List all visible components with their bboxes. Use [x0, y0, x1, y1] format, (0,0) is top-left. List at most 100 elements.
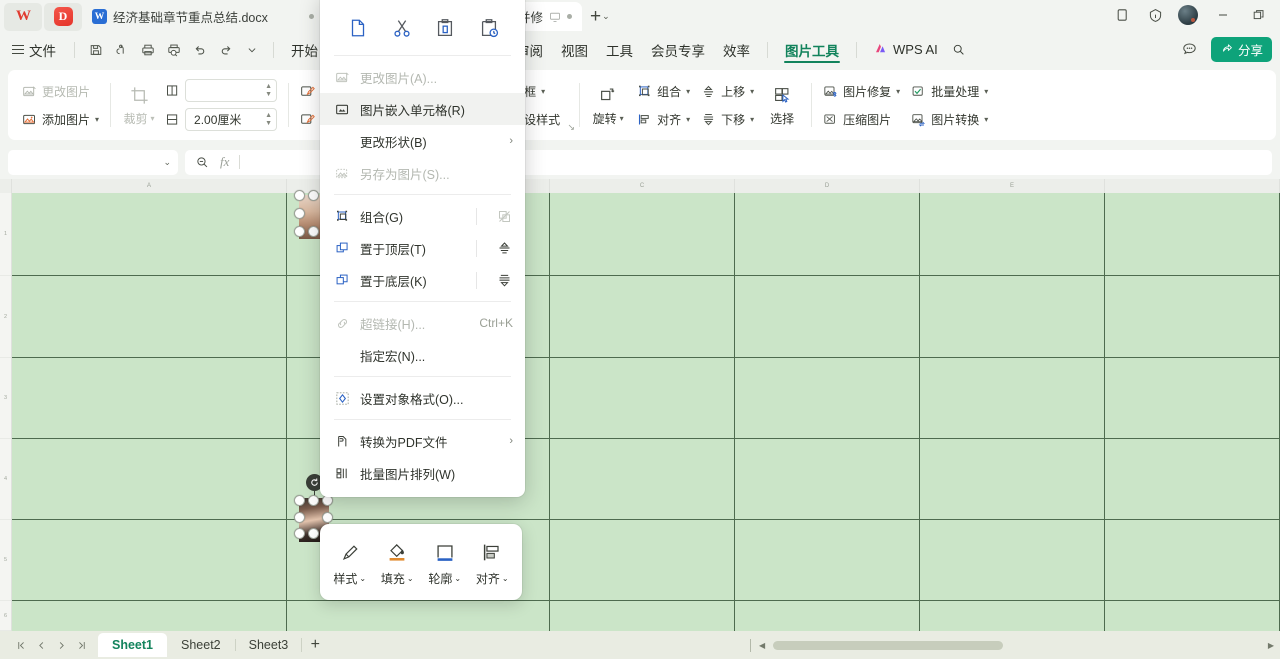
cell-c3[interactable]: [550, 358, 735, 438]
cell-d1[interactable]: [735, 193, 920, 275]
menu-item-assign-macro[interactable]: 指定宏(N)...: [320, 339, 525, 371]
cell-f1[interactable]: [1105, 193, 1280, 275]
row-header-3[interactable]: 3: [0, 358, 11, 439]
floating-format-toolbar[interactable]: 样式 ⌄ 填充 ⌄ 轮廓 ⌄ 对齐 ⌄: [320, 524, 522, 600]
sheet-tab-sheet1[interactable]: Sheet1: [98, 633, 167, 657]
minibar-align-button[interactable]: 对齐 ⌄: [469, 538, 515, 587]
cell-d6[interactable]: [735, 601, 920, 631]
menu-item-batch-arrange[interactable]: 批量图片排列(W): [320, 457, 525, 489]
table-row[interactable]: [12, 358, 1280, 439]
chevron-down-icon[interactable]: ⌄: [163, 157, 171, 168]
quick-access-more-icon[interactable]: [239, 38, 265, 62]
cell-a6[interactable]: [12, 601, 287, 631]
ungroup-icon[interactable]: [495, 207, 513, 225]
spreadsheet-grid[interactable]: A B C D E 1 2 3 4 5 6: [0, 179, 1280, 631]
document-tab-word[interactable]: W 经济基础章节重点总结.docx: [84, 2, 278, 31]
table-row[interactable]: [12, 439, 1280, 520]
layout-icon[interactable]: [1114, 6, 1132, 24]
resize-handle-w[interactable]: [294, 208, 305, 219]
zoom-out-icon[interactable]: [195, 155, 210, 170]
batch-process-button[interactable]: 批量处理 ▾: [905, 79, 993, 104]
cell-a4[interactable]: [12, 439, 287, 519]
menu-item-send-to-back[interactable]: 置于底层(K): [320, 264, 525, 296]
column-header-d[interactable]: D: [735, 179, 920, 193]
row-header-4[interactable]: 4: [0, 439, 11, 520]
column-header-c[interactable]: C: [550, 179, 735, 193]
picture-height-input[interactable]: 2.00厘米 ▲ ▼: [185, 108, 278, 131]
resize-handle-sw[interactable]: [294, 226, 305, 237]
prev-sheet-icon[interactable]: [32, 635, 50, 655]
new-tab-button[interactable]: + ⌄: [584, 2, 616, 31]
paste-special-icon[interactable]: [474, 13, 504, 43]
picture-width-input[interactable]: ▲ ▼: [185, 79, 278, 102]
file-menu-button[interactable]: 文件: [29, 40, 66, 60]
redo-icon[interactable]: [213, 38, 239, 62]
next-sheet-icon[interactable]: [52, 635, 70, 655]
minibar-fill-button[interactable]: 填充 ⌄: [374, 538, 420, 587]
resize-handle-s[interactable]: [308, 528, 319, 539]
cell-e3[interactable]: [920, 358, 1105, 438]
sheet-tab-sheet2[interactable]: Sheet2: [167, 634, 235, 656]
context-menu[interactable]: 更改图片(A)... 图片嵌入单元格(R) 更改形状(B) › 另存为图片(S)…: [320, 0, 525, 497]
cell-a2[interactable]: [12, 276, 287, 357]
sheet-tab-sheet3[interactable]: Sheet3: [234, 634, 303, 656]
cut-icon[interactable]: [387, 13, 417, 43]
cell-e5[interactable]: [920, 520, 1105, 600]
cell-f2[interactable]: [1105, 276, 1280, 357]
cell-c6[interactable]: [550, 601, 735, 631]
menu-item-bring-to-front[interactable]: 置于顶层(T): [320, 232, 525, 264]
cell-d2[interactable]: [735, 276, 920, 357]
menu-item-save-as-picture[interactable]: 另存为图片(S)...: [320, 157, 525, 189]
scroll-left-icon[interactable]: ◀: [759, 641, 765, 650]
row-header-5[interactable]: 5: [0, 520, 11, 601]
cell-c4[interactable]: [550, 439, 735, 519]
menu-item-group[interactable]: 组合(G): [320, 200, 525, 232]
horizontal-scrollbar[interactable]: ◀ ▶: [750, 638, 1280, 652]
group-button[interactable]: 组合 ▾: [631, 79, 695, 104]
ribbon-tab-view[interactable]: 视图: [552, 33, 597, 66]
row-header-6[interactable]: 6: [0, 601, 11, 631]
ribbon-tab-picture-tools[interactable]: 图片工具: [776, 33, 848, 66]
select-objects-button[interactable]: 选择: [759, 76, 805, 134]
save-icon[interactable]: [83, 38, 109, 62]
menu-item-change-shape[interactable]: 更改形状(B) ›: [320, 125, 525, 157]
print-preview-icon[interactable]: [161, 38, 187, 62]
table-row[interactable]: [12, 520, 1280, 601]
last-sheet-icon[interactable]: [72, 635, 90, 655]
send-forward-icon[interactable]: [495, 239, 513, 257]
search-icon[interactable]: [946, 38, 972, 62]
wps-home-button[interactable]: W: [4, 2, 42, 31]
send-backward-icon[interactable]: [495, 271, 513, 289]
compress-picture-button[interactable]: 压缩图片: [817, 107, 905, 132]
cell-a5[interactable]: [12, 520, 287, 600]
shield-icon[interactable]: [1146, 6, 1164, 24]
cell-c5[interactable]: [550, 520, 735, 600]
print-icon[interactable]: [135, 38, 161, 62]
resize-handle-nw[interactable]: [294, 190, 305, 201]
menu-item-format-object[interactable]: 设置对象格式(O)...: [320, 382, 525, 414]
avatar[interactable]: [1178, 5, 1198, 25]
resize-handle-nw[interactable]: [294, 495, 305, 506]
resize-handle-sw[interactable]: [294, 528, 305, 539]
menu-hamburger-icon[interactable]: [12, 44, 24, 55]
align-button[interactable]: 对齐 ▾: [631, 107, 695, 132]
column-header-e[interactable]: E: [920, 179, 1105, 193]
resize-handle-w[interactable]: [294, 512, 305, 523]
cell-b6[interactable]: [287, 601, 550, 631]
comment-icon[interactable]: [1179, 39, 1201, 61]
scroll-thumb[interactable]: [773, 640, 1004, 650]
wps-ai-button[interactable]: WPS AI: [865, 41, 946, 59]
name-box[interactable]: ⌄: [8, 149, 178, 175]
undo-icon[interactable]: [187, 38, 213, 62]
cell-f6[interactable]: [1105, 601, 1280, 631]
docer-button[interactable]: D: [44, 2, 82, 31]
move-down-button[interactable]: 下移 ▾: [695, 107, 759, 132]
row-header-1[interactable]: 1: [0, 193, 11, 276]
menu-item-embed-in-cell[interactable]: 图片嵌入单元格(R): [320, 93, 525, 125]
cell-c2[interactable]: [550, 276, 735, 357]
cell-e2[interactable]: [920, 276, 1105, 357]
scroll-right-icon[interactable]: ▶: [1268, 641, 1274, 650]
column-header-f[interactable]: [1105, 179, 1280, 193]
row-header-2[interactable]: 2: [0, 276, 11, 358]
dialog-launcher-icon[interactable]: ↘: [568, 122, 576, 133]
